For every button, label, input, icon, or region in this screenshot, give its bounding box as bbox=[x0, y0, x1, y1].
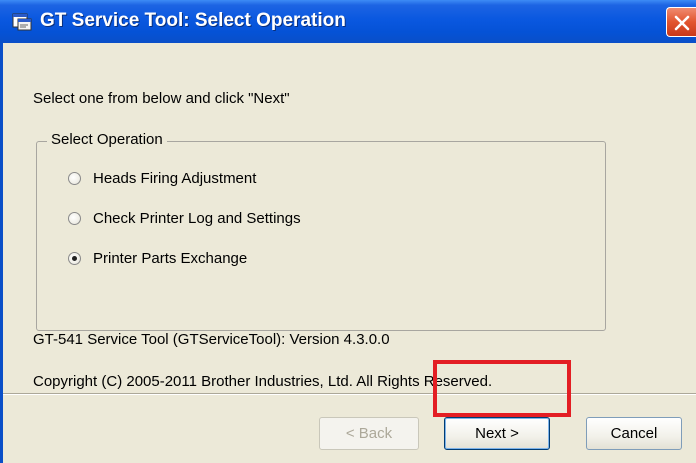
radio-button[interactable] bbox=[68, 212, 81, 225]
app-window-icon bbox=[12, 11, 32, 31]
dialog-body: Select one from below and click "Next" S… bbox=[0, 43, 696, 463]
option-label: Check Printer Log and Settings bbox=[93, 210, 301, 227]
cancel-button[interactable]: Cancel bbox=[586, 417, 682, 450]
option-heads-firing-adjustment[interactable]: Heads Firing Adjustment bbox=[68, 170, 256, 187]
option-label: Heads Firing Adjustment bbox=[93, 170, 257, 187]
option-check-printer-log[interactable]: Check Printer Log and Settings bbox=[68, 210, 301, 227]
close-button[interactable] bbox=[666, 7, 696, 37]
next-button[interactable]: Next > bbox=[444, 417, 550, 450]
version-text: GT-541 Service Tool (GTServiceTool): Ver… bbox=[33, 331, 390, 348]
radio-button[interactable] bbox=[68, 172, 81, 185]
window-title: GT Service Tool: Select Operation bbox=[40, 10, 346, 31]
instruction-text: Select one from below and click "Next" bbox=[33, 90, 290, 107]
next-button-highlight bbox=[433, 360, 571, 417]
copyright-text: Copyright (C) 2005-2011 Brother Industri… bbox=[33, 373, 493, 390]
radio-button-selected[interactable] bbox=[68, 252, 81, 265]
separator bbox=[3, 393, 696, 395]
option-label: Printer Parts Exchange bbox=[93, 250, 248, 267]
title-bar[interactable]: GT Service Tool: Select Operation bbox=[0, 0, 696, 43]
select-operation-group: Select Operation Heads Firing Adjustment… bbox=[36, 131, 606, 331]
close-icon bbox=[674, 15, 690, 31]
group-legend: Select Operation bbox=[47, 131, 167, 148]
option-printer-parts-exchange[interactable]: Printer Parts Exchange bbox=[68, 250, 247, 267]
back-button[interactable]: < Back bbox=[319, 417, 419, 450]
